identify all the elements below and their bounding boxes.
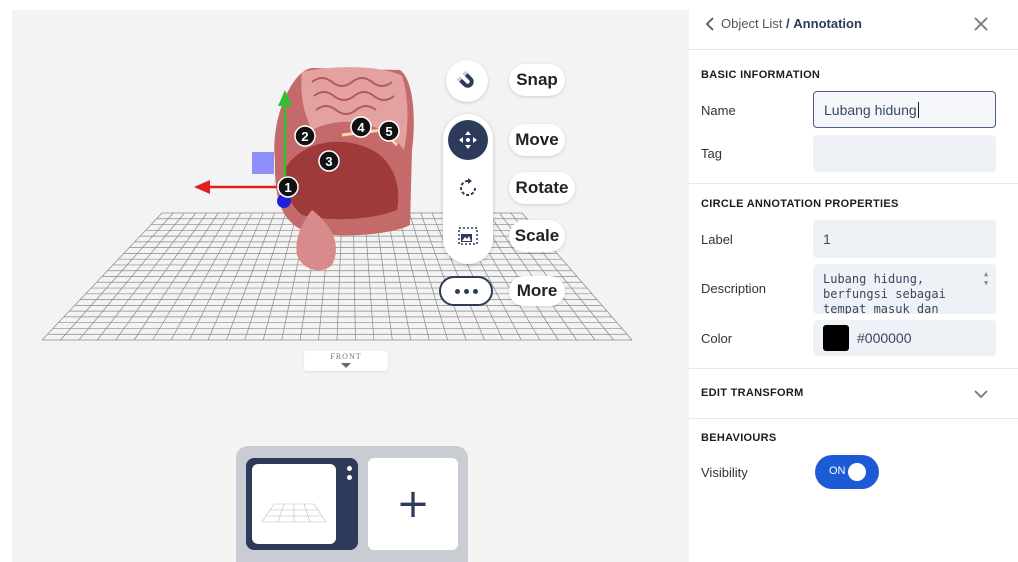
move-icon	[459, 131, 477, 149]
more-label[interactable]: More	[509, 276, 565, 306]
tag-input[interactable]	[813, 135, 996, 172]
close-icon[interactable]	[973, 16, 989, 32]
snap-button[interactable]	[446, 60, 488, 102]
name-label: Name	[701, 103, 736, 118]
behaviours-title: BEHAVIOURS	[701, 432, 777, 444]
name-value: Lubang hidung	[824, 101, 917, 118]
breadcrumb-current: Annotation	[793, 16, 862, 31]
annotation-marker-label: 2	[301, 129, 308, 144]
description-label: Description	[701, 281, 767, 296]
description-value: Lubang hidung, berfungsi sebagai tempat …	[823, 272, 946, 314]
breadcrumb: Object List / Annotation	[721, 16, 862, 31]
rotate-tool-button[interactable]	[448, 168, 488, 208]
annotation-marker-4[interactable]: 4	[350, 116, 372, 138]
visibility-label: Visibility	[701, 465, 748, 480]
text-cursor	[917, 101, 919, 118]
toggle-knob	[848, 463, 866, 481]
3d-viewport[interactable]: 1 2 3 4 5 Snap Move Rotate Scale More FRONT …	[12, 10, 689, 562]
more-dot-icon	[472, 288, 478, 294]
transform-tools	[443, 114, 493, 264]
color-input[interactable]: #000000	[813, 320, 996, 356]
scale-tool-button[interactable]	[448, 216, 488, 256]
annotation-marker-5[interactable]: 5	[378, 120, 400, 142]
scene-thumbnail[interactable]	[246, 458, 358, 550]
more-dot-icon	[463, 288, 469, 294]
thumbnail-grid-image	[261, 503, 327, 523]
scale-icon	[458, 227, 478, 245]
more-dot-icon	[454, 288, 460, 294]
annotation-marker-label: 1	[284, 180, 291, 195]
annotation-marker-2[interactable]: 2	[294, 125, 316, 147]
move-tool-button[interactable]	[448, 120, 488, 160]
visibility-toggle[interactable]: ON	[815, 455, 879, 489]
divider	[689, 418, 1018, 419]
thumbnail-tray: +	[236, 446, 468, 562]
name-input[interactable]: Lubang hidung	[813, 91, 996, 128]
thumbnail-preview	[252, 464, 336, 544]
add-scene-button[interactable]: +	[368, 458, 458, 550]
description-textarea[interactable]: Lubang hidung, berfungsi sebagai tempat …	[813, 264, 996, 314]
color-label: Color	[701, 331, 733, 346]
color-swatch[interactable]	[823, 325, 849, 351]
tag-label: Tag	[701, 146, 722, 161]
divider	[689, 368, 1018, 369]
edit-transform-title[interactable]: EDIT TRANSFORM	[701, 387, 804, 399]
scale-label[interactable]: Scale	[509, 220, 565, 252]
chevron-left-icon[interactable]	[703, 16, 719, 32]
label-value: 1	[823, 231, 831, 247]
move-label[interactable]: Move	[509, 124, 565, 156]
breadcrumb-separator: /	[786, 16, 790, 31]
rotate-icon	[460, 178, 476, 196]
breadcrumb-object-list[interactable]: Object List	[721, 16, 782, 31]
more-button[interactable]	[439, 276, 493, 306]
snap-label[interactable]: Snap	[509, 64, 565, 96]
basic-information-title: BASIC INFORMATION	[701, 69, 821, 81]
annotation-marker-label: 5	[385, 124, 392, 139]
annotation-marker-3[interactable]: 3	[318, 150, 340, 172]
annotation-marker-label: 4	[357, 120, 365, 135]
view-orientation-label[interactable]: FRONT	[304, 351, 388, 371]
color-value: #000000	[857, 330, 912, 346]
label-input[interactable]: 1	[813, 220, 996, 258]
nasal-cavity-model[interactable]	[274, 67, 414, 271]
properties-panel: Object List / Annotation BASIC INFORMATI…	[689, 0, 1018, 562]
description-scroll-arrows-icon[interactable]: ▲ ▼	[984, 270, 992, 288]
panel-header: Object List / Annotation	[689, 0, 1018, 50]
rotate-label[interactable]: Rotate	[509, 172, 575, 204]
circle-annotation-properties-title: CIRCLE ANNOTATION PROPERTIES	[701, 198, 899, 210]
magnet-icon	[457, 71, 474, 88]
divider	[689, 183, 1018, 184]
thumbnail-menu-button[interactable]	[347, 466, 352, 480]
annotation-marker-1[interactable]: 1	[277, 176, 299, 198]
toggle-state-label: ON	[829, 465, 846, 477]
chevron-down-icon[interactable]	[973, 386, 989, 402]
label-label: Label	[701, 232, 733, 247]
annotation-marker-label: 3	[325, 154, 332, 169]
